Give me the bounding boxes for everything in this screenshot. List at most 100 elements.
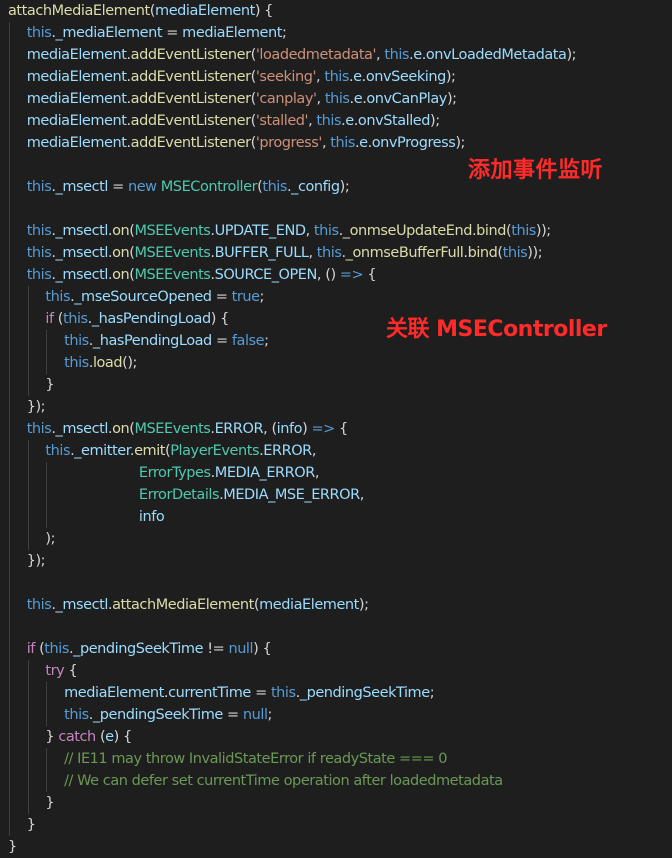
code-line[interactable]: mediaElement.addEventListener('progress'…	[0, 132, 672, 154]
code-editor[interactable]: attachMediaElement(mediaElement) {this._…	[0, 0, 672, 855]
code-token: on	[112, 267, 130, 283]
code-token: {	[64, 663, 78, 679]
code-token: onvStalled	[357, 113, 431, 129]
code-line[interactable]: mediaElement.addEventListener('seeking',…	[0, 66, 672, 88]
code-token: _onmseBufferFull	[345, 245, 464, 261]
code-line[interactable]	[0, 572, 672, 594]
code-token: _msectl	[55, 245, 109, 261]
code-line[interactable]: mediaElement.addEventListener('loadedmet…	[0, 44, 672, 66]
code-lines[interactable]: attachMediaElement(mediaElement) {this._…	[0, 0, 672, 858]
code-line[interactable]: ErrorDetails.MEDIA_MSE_ERROR,	[0, 484, 672, 506]
code-token: this	[26, 25, 52, 41]
indent-guide	[9, 220, 10, 242]
code-token: true	[231, 289, 260, 305]
indent-guide	[9, 242, 10, 264]
code-token: false	[231, 333, 265, 349]
indent-guide	[9, 132, 10, 154]
code-token: , (	[263, 421, 277, 437]
indent-guide	[27, 528, 29, 550]
code-token: // We can defer set currentTime operatio…	[64, 773, 503, 789]
code-line[interactable]: this._msectl.on(MSEEvents.UPDATE_END, th…	[0, 220, 672, 242]
code-line[interactable]: try {	[0, 660, 672, 682]
code-token: ;	[267, 707, 273, 723]
code-token: new	[127, 179, 157, 195]
code-token: MSEEvents	[134, 267, 211, 283]
indent-guide	[27, 286, 29, 308]
code-token: ;	[281, 25, 287, 41]
code-line[interactable]: mediaElement.addEventListener('canplay',…	[0, 88, 672, 110]
indent-guide	[9, 682, 10, 704]
indent-guide	[46, 682, 48, 704]
code-token: this	[270, 685, 296, 701]
code-token: ;	[259, 289, 265, 305]
code-token: e	[413, 47, 422, 63]
indent-guide	[46, 484, 48, 506]
code-token: e	[353, 69, 362, 85]
code-line[interactable]: info	[0, 506, 672, 528]
code-line[interactable]: this._mseSourceOpened = true;	[0, 286, 672, 308]
code-token: );	[445, 69, 456, 85]
code-line[interactable]: this._mediaElement = mediaElement;	[0, 22, 672, 44]
code-line[interactable]: });	[0, 550, 672, 572]
code-token: );	[455, 135, 465, 151]
code-token: _pendingSeekTime	[92, 707, 223, 723]
annotation-associate-msecontroller: 关联 MSEController	[386, 317, 607, 342]
code-token: =>	[311, 421, 335, 437]
code-line[interactable]: );	[0, 528, 672, 550]
indent-guide	[27, 792, 29, 814]
code-token: _onmseUpdateEnd	[342, 223, 473, 239]
code-token: ,	[311, 443, 317, 459]
code-token: mediaElement	[64, 685, 164, 701]
indent-guide	[46, 506, 48, 528]
code-token: this	[45, 443, 71, 459]
code-token: MSEEvents	[134, 245, 211, 261]
code-token: }	[26, 817, 36, 833]
indent-guide	[9, 198, 10, 220]
code-line[interactable]: this._msectl.on(MSEEvents.ERROR, (info) …	[0, 418, 672, 440]
code-line[interactable]: } catch (e) {	[0, 726, 672, 748]
code-token: =	[162, 25, 183, 41]
code-token: onvCanPlay	[366, 91, 447, 107]
code-line[interactable]: this._msectl.on(MSEEvents.BUFFER_FULL, t…	[0, 242, 672, 264]
indent-guide	[27, 440, 29, 462]
code-token: ErrorDetails	[138, 487, 220, 503]
code-token: });	[26, 553, 46, 569]
code-line[interactable]: }	[0, 374, 672, 396]
code-token: (	[53, 311, 64, 327]
code-token: PlayerEvents	[170, 443, 260, 459]
code-line[interactable]: }	[0, 814, 672, 836]
code-token: =	[222, 707, 243, 723]
code-line[interactable]: // IE11 may throw InvalidStateError if r…	[0, 748, 672, 770]
indent-guide	[9, 22, 10, 44]
indent-guide	[9, 792, 10, 814]
code-token: ;	[264, 333, 269, 349]
code-token: BUFFER_FULL	[214, 245, 309, 261]
code-token: this	[313, 223, 339, 239]
code-token: ));	[535, 223, 551, 239]
code-line[interactable]: this._msectl.attachMediaElement(mediaEle…	[0, 594, 672, 616]
code-line[interactable]: this._pendingSeekTime = null;	[0, 704, 672, 726]
code-line[interactable]	[0, 198, 672, 220]
indent-guide	[9, 110, 10, 132]
code-line[interactable]: this._emitter.emit(PlayerEvents.ERROR,	[0, 440, 672, 462]
code-line[interactable]: });	[0, 396, 672, 418]
code-token: on	[112, 223, 130, 239]
code-token: =	[211, 289, 232, 305]
code-token: addEventListener	[130, 135, 251, 151]
code-token: this	[44, 641, 69, 657]
code-line[interactable]: this._msectl.on(MSEEvents.SOURCE_OPEN, (…	[0, 264, 672, 286]
indent-guide	[9, 528, 10, 550]
code-line[interactable]: ErrorTypes.MEDIA_ERROR,	[0, 462, 672, 484]
code-line[interactable]: this.load();	[0, 352, 672, 374]
code-line[interactable]: // We can defer set currentTime operatio…	[0, 770, 672, 792]
code-line[interactable]: }	[0, 792, 672, 814]
indent-guide	[27, 726, 29, 748]
code-token: try	[45, 663, 65, 679]
code-line[interactable]: attachMediaElement(mediaElement) {	[0, 0, 672, 22]
code-line[interactable]: mediaElement.addEventListener('stalled',…	[0, 110, 672, 132]
code-line[interactable]: mediaElement.currentTime = this._pending…	[0, 682, 672, 704]
indent-guide	[27, 330, 29, 352]
code-line[interactable]: if (this._pendingSeekTime != null) {	[0, 638, 672, 660]
code-token: mediaElement	[26, 69, 127, 85]
code-line[interactable]	[0, 616, 672, 638]
